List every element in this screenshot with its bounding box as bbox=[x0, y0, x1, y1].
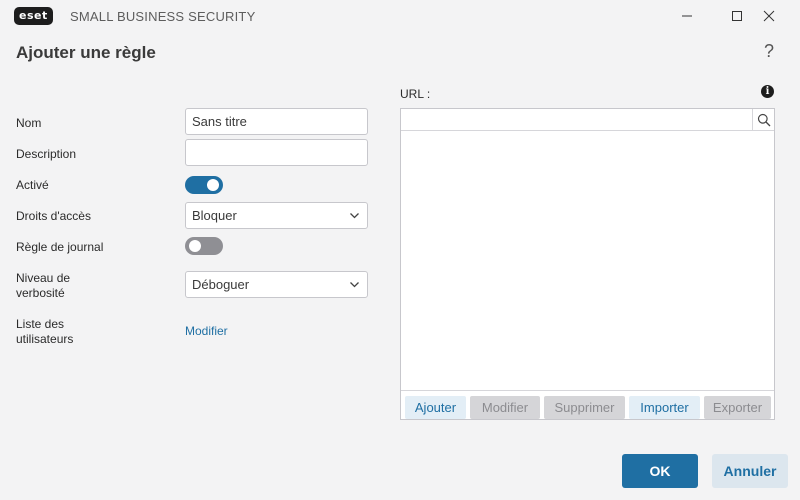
user-list-label-line1: Liste des bbox=[16, 317, 65, 331]
log-rule-label: Règle de journal bbox=[16, 240, 104, 254]
edit-users-link[interactable]: Modifier bbox=[185, 324, 228, 338]
chevron-down-icon bbox=[350, 213, 359, 219]
active-toggle[interactable] bbox=[185, 176, 223, 194]
name-label: Nom bbox=[16, 116, 42, 130]
delete-button[interactable]: Supprimer bbox=[544, 396, 625, 419]
cancel-button[interactable]: Annuler bbox=[712, 454, 788, 488]
maximize-icon bbox=[732, 11, 742, 21]
close-button[interactable] bbox=[754, 4, 784, 28]
title-bar: eset SMALL BUSINESS SECURITY bbox=[0, 0, 800, 32]
minimize-icon bbox=[682, 15, 692, 17]
description-input[interactable] bbox=[185, 139, 368, 166]
user-list-label-line2: utilisateurs bbox=[16, 332, 74, 346]
verbosity-label: Niveau de verbosité bbox=[16, 271, 70, 301]
log-rule-toggle[interactable] bbox=[185, 237, 223, 255]
toggle-knob bbox=[189, 240, 201, 252]
ok-button[interactable]: OK bbox=[622, 454, 698, 488]
edit-button[interactable]: Modifier bbox=[470, 396, 540, 419]
info-icon[interactable]: i bbox=[761, 85, 774, 98]
minimize-button[interactable] bbox=[672, 4, 702, 28]
export-button[interactable]: Exporter bbox=[704, 396, 771, 419]
url-search-bar bbox=[401, 109, 774, 131]
add-button[interactable]: Ajouter bbox=[405, 396, 466, 419]
page-title: Ajouter une règle bbox=[16, 43, 156, 62]
name-input[interactable] bbox=[185, 108, 368, 135]
eset-logo: eset bbox=[14, 7, 53, 25]
verbosity-label-line1: Niveau de bbox=[16, 271, 71, 285]
access-rights-select[interactable]: Bloquer bbox=[185, 202, 368, 229]
maximize-button[interactable] bbox=[722, 4, 752, 28]
logo-badge: eset bbox=[14, 7, 53, 25]
verbosity-select[interactable]: Déboguer bbox=[185, 271, 368, 298]
verbosity-value: Déboguer bbox=[192, 277, 250, 292]
chevron-down-icon bbox=[350, 282, 359, 288]
close-icon bbox=[763, 10, 775, 22]
search-button[interactable] bbox=[752, 109, 774, 130]
url-label: URL : bbox=[400, 87, 431, 101]
app-title: SMALL BUSINESS SECURITY bbox=[70, 9, 256, 24]
import-button[interactable]: Importer bbox=[629, 396, 700, 419]
access-rights-label: Droits d'accès bbox=[16, 209, 91, 223]
search-icon bbox=[757, 113, 770, 126]
user-list-label: Liste des utilisateurs bbox=[16, 317, 73, 347]
description-label: Description bbox=[16, 147, 77, 161]
url-actions-bar: Ajouter Modifier Supprimer Importer Expo… bbox=[401, 390, 774, 420]
question-mark-icon[interactable]: ? bbox=[764, 41, 774, 62]
url-list[interactable] bbox=[401, 131, 774, 390]
url-search-input[interactable] bbox=[401, 109, 752, 130]
toggle-knob bbox=[207, 179, 219, 191]
verbosity-label-line2: verbosité bbox=[16, 286, 65, 300]
url-list-panel: Ajouter Modifier Supprimer Importer Expo… bbox=[400, 108, 775, 420]
active-label: Activé bbox=[16, 178, 49, 192]
access-rights-value: Bloquer bbox=[192, 208, 237, 223]
